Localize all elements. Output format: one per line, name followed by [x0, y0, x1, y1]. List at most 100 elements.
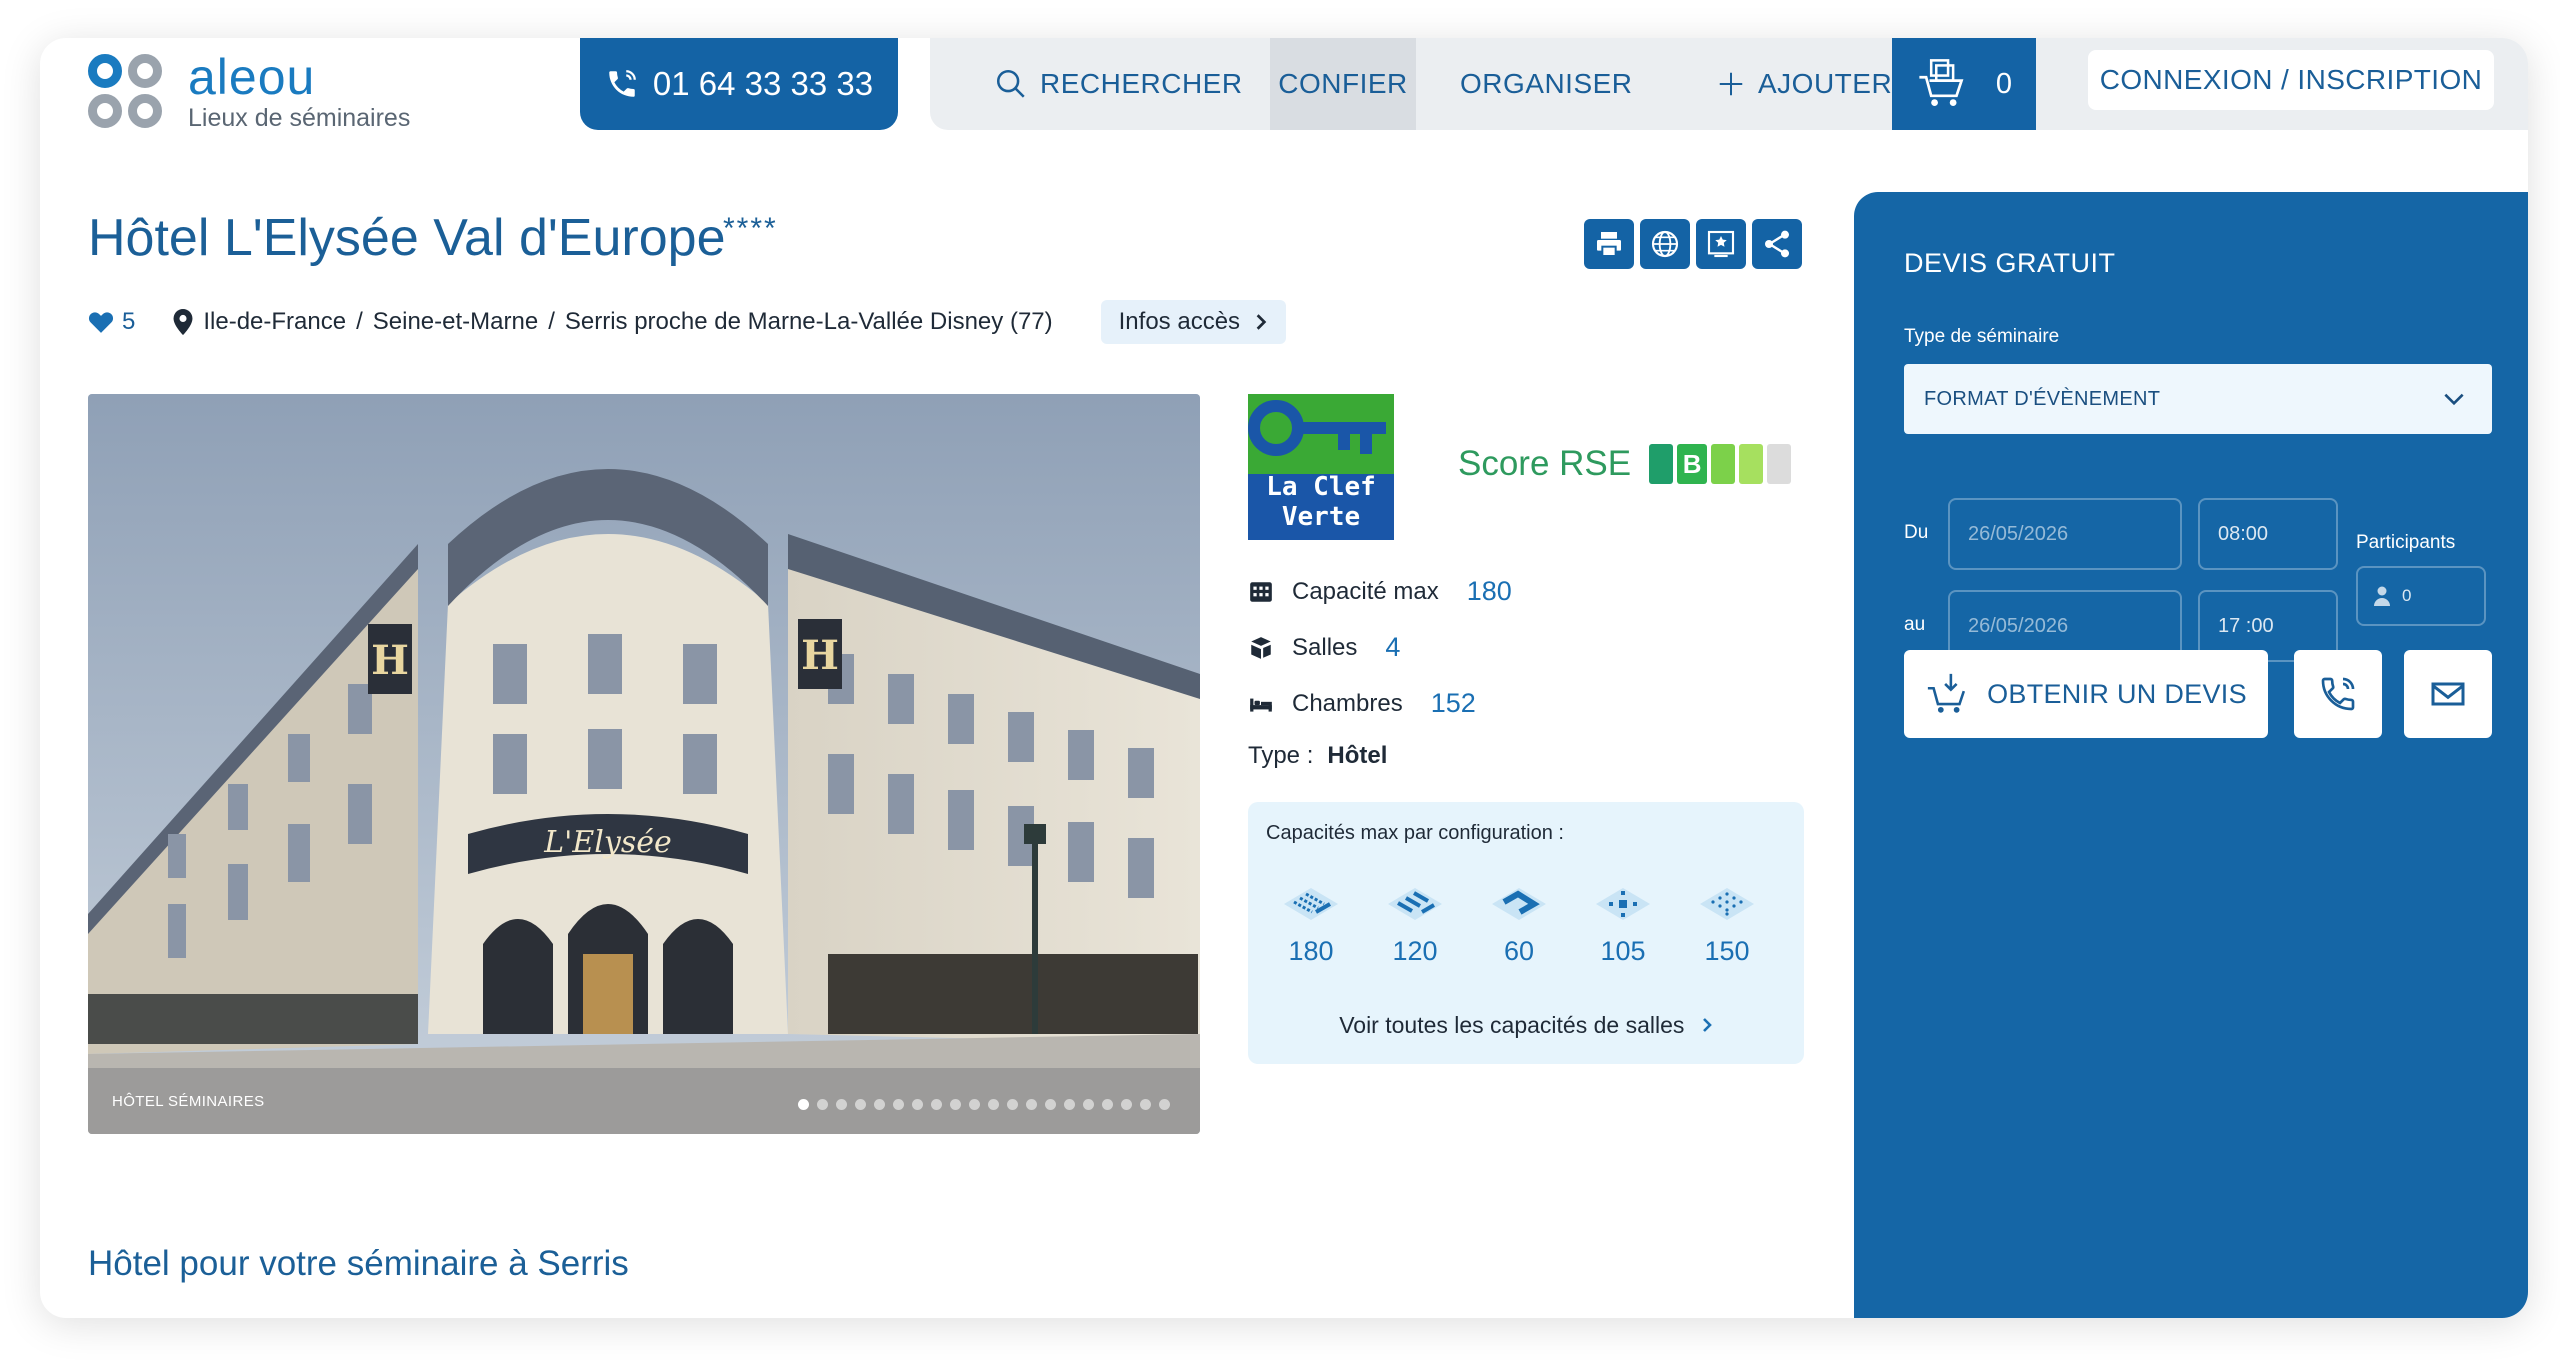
rse-segment	[1767, 444, 1792, 484]
get-quote-button[interactable]: OBTENIR UN DEVIS	[1904, 650, 2268, 738]
nav-organiser[interactable]: ORGANISER	[1460, 38, 1633, 130]
capacity-classroom: 120	[1384, 884, 1446, 967]
carousel-dot[interactable]	[798, 1099, 809, 1110]
brochure-button[interactable]	[1696, 219, 1746, 269]
seminar-type-select[interactable]: FORMAT D'ÉVÈNEMENT	[1904, 364, 2492, 434]
from-time-input[interactable]: 08:00	[2198, 498, 2338, 570]
phone-button[interactable]: 01 64 33 33 33	[580, 38, 898, 130]
capacity-config-box: Capacités max par configuration : 180 12…	[1248, 802, 1804, 1064]
breadcrumb-department[interactable]: Seine-et-Marne	[373, 308, 538, 336]
carousel-dot[interactable]	[1102, 1099, 1113, 1110]
participants-input[interactable]: 0	[2356, 566, 2486, 626]
aleou-logo[interactable]: aleou Lieux de séminaires	[88, 46, 428, 136]
venue-meta: 5 Ile-de-France / Seine-et-Marne / Serri…	[88, 300, 1287, 344]
carousel-dot[interactable]	[988, 1099, 999, 1110]
print-button[interactable]	[1584, 219, 1634, 269]
stat-type: Type : Hôtel	[1248, 742, 1387, 770]
facade-h-sign: H	[371, 637, 409, 684]
classroom-layout-icon	[1388, 888, 1442, 920]
capacity-banquet: 105	[1592, 884, 1654, 967]
carousel-dot[interactable]	[874, 1099, 885, 1110]
print-icon	[1597, 232, 1621, 257]
participants-value: 0	[2402, 586, 2412, 605]
see-all-capacities-link[interactable]: Voir toutes les capacités de salles	[1248, 1012, 1804, 1039]
quote-panel: DEVIS GRATUIT Type de séminaire FORMAT D…	[1854, 192, 2528, 1318]
carousel-dot[interactable]	[1159, 1099, 1170, 1110]
cart-icon	[1919, 59, 1964, 106]
stat-capacity: Capacité max 180	[1248, 576, 1512, 607]
carousel-dot[interactable]	[950, 1099, 961, 1110]
heart-icon[interactable]	[88, 310, 114, 334]
carousel-dot[interactable]	[1007, 1099, 1018, 1110]
search-icon	[996, 69, 1025, 98]
star-rating: ****	[723, 212, 778, 245]
call-button[interactable]	[2294, 650, 2382, 738]
capacity-icon	[1250, 581, 1272, 602]
carousel-dot[interactable]	[817, 1099, 828, 1110]
cocktail-layout-icon	[1700, 888, 1754, 920]
quote-heading: DEVIS GRATUIT	[1904, 248, 2116, 278]
breadcrumb-city[interactable]: Serris proche de Marne-La-Vallée Disney …	[565, 308, 1053, 336]
carousel-dot[interactable]	[893, 1099, 904, 1110]
location-pin-icon	[173, 309, 193, 335]
phone-number: 01 64 33 33 33	[652, 65, 874, 102]
capacity-label: Capacité max	[1292, 577, 1439, 605]
clef-verte-badge: La Clef Verte	[1248, 394, 1394, 540]
carousel-dots[interactable]	[798, 1099, 1170, 1110]
breadcrumb-region[interactable]: Ile-de-France	[203, 308, 346, 336]
infos-acces-button[interactable]: Infos accès	[1100, 300, 1287, 344]
venue-title: Hôtel L'Elysée Val d'Europe	[88, 209, 726, 267]
carousel-dot[interactable]	[855, 1099, 866, 1110]
breadcrumb-separator: /	[356, 308, 363, 335]
email-button[interactable]	[2404, 650, 2492, 738]
carousel-dot[interactable]	[969, 1099, 980, 1110]
seminar-type-label: Type de séminaire	[1904, 326, 2060, 347]
carousel-dot[interactable]	[836, 1099, 847, 1110]
login-button[interactable]: CONNEXION / INSCRIPTION	[2088, 50, 2494, 110]
capacity-cocktail: 150	[1696, 884, 1758, 967]
action-toolbar	[1584, 219, 1802, 269]
nav-label: RECHERCHER	[1040, 68, 1243, 99]
cart-download-icon	[1927, 673, 1966, 713]
person-icon	[2374, 586, 2390, 606]
share-button[interactable]	[1752, 219, 1802, 269]
rse-score-bar: B	[1649, 444, 1792, 484]
capacity-u-shape: 60	[1488, 884, 1550, 967]
carousel-dot[interactable]	[1140, 1099, 1151, 1110]
capacity-value: 180	[1288, 936, 1334, 966]
carousel-dot[interactable]	[1026, 1099, 1037, 1110]
key-icon	[1248, 394, 1394, 474]
website-button[interactable]	[1640, 219, 1690, 269]
nav-label: AJOUTER	[1758, 68, 1893, 99]
carousel-dot[interactable]	[1045, 1099, 1056, 1110]
logo-circle-icon	[128, 54, 162, 88]
clef-verte-line2: Verte	[1281, 502, 1361, 532]
carousel-dot[interactable]	[1083, 1099, 1094, 1110]
chevron-down-icon	[2444, 393, 2464, 406]
nav-label: ORGANISER	[1460, 68, 1633, 99]
brochure-icon	[1707, 230, 1735, 258]
nav-rechercher[interactable]: RECHERCHER	[994, 38, 1243, 130]
venue-photo-carousel[interactable]: L'Elysée H H HÔTEL SÉMINAIRES	[88, 394, 1200, 1134]
carousel-dot[interactable]	[1064, 1099, 1075, 1110]
from-label: Du	[1904, 522, 1929, 543]
infos-acces-label: Infos accès	[1118, 308, 1241, 335]
carousel-dot[interactable]	[1121, 1099, 1132, 1110]
see-all-capacities-label: Voir toutes les capacités de salles	[1339, 1012, 1685, 1038]
carousel-dot[interactable]	[931, 1099, 942, 1110]
capacity-value: 120	[1392, 936, 1438, 966]
carousel-dot[interactable]	[912, 1099, 923, 1110]
cart-button[interactable]: 0	[1892, 38, 2036, 130]
nav-ajouter[interactable]: AJOUTER	[1716, 38, 1892, 130]
type-value: Hôtel	[1327, 742, 1388, 769]
nav-confier[interactable]: CONFIER	[1270, 38, 1416, 130]
logo-circle-icon	[88, 54, 122, 88]
rse-label: Score RSE	[1458, 444, 1632, 483]
mail-icon	[2431, 682, 2465, 706]
logo-tagline: Lieux de séminaires	[188, 104, 411, 132]
logo-circle-icon	[128, 94, 162, 128]
from-date-input[interactable]: 26/05/2026	[1948, 498, 2182, 570]
capacity-value: 105	[1600, 936, 1646, 966]
capacity-config-heading: Capacités max par configuration :	[1266, 822, 1564, 844]
logo-circle-icon	[88, 94, 122, 128]
